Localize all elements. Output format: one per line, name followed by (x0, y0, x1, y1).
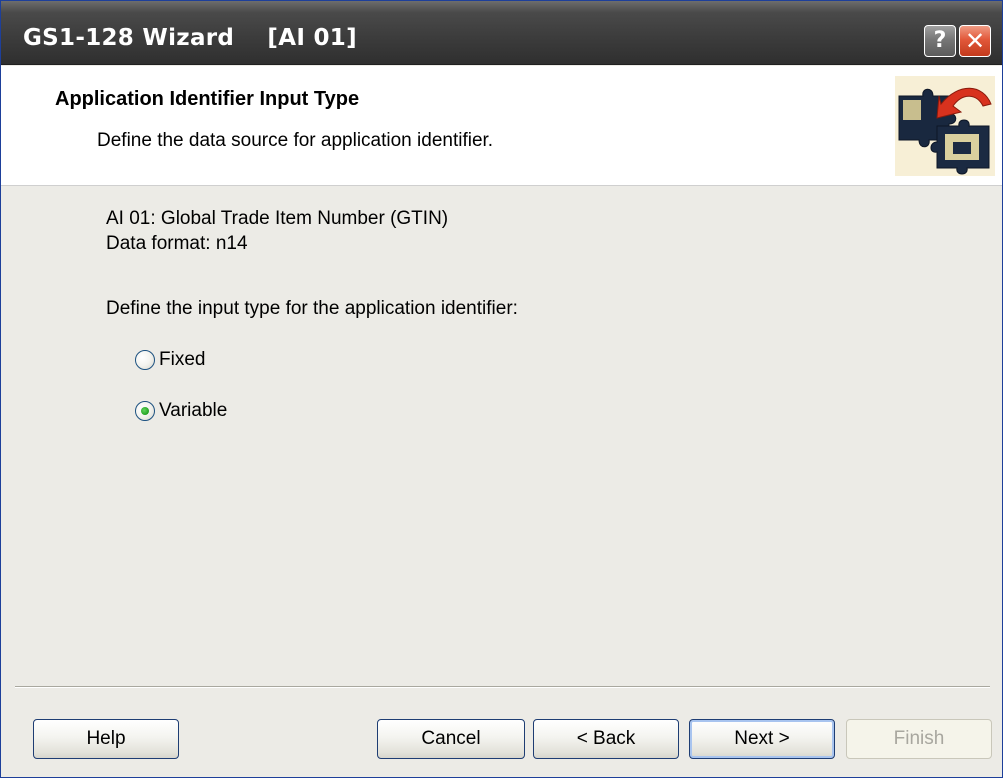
page-subtitle: Define the data source for application i… (97, 130, 494, 151)
radio-selected-dot-icon (141, 407, 149, 415)
window-title: GS1-128 Wizard [AI 01] (23, 25, 357, 51)
help-button[interactable]: Help (33, 719, 179, 759)
close-icon: ✕ (964, 27, 986, 55)
wizard-header: Application Identifier Input Type Define… (1, 66, 1002, 186)
page-title: Application Identifier Input Type (55, 88, 360, 110)
ai-name-text: AI 01: Global Trade Item Number (GTIN) (106, 208, 449, 229)
data-format-text: Data format: n14 (106, 233, 248, 254)
radio-fixed[interactable]: Fixed (135, 347, 205, 373)
gs1-wizard-window: GS1-128 Wizard [AI 01] ? ✕ Application I… (0, 0, 1003, 778)
back-button[interactable]: < Back (533, 719, 679, 759)
finish-button: Finish (846, 719, 992, 759)
wizard-content: AI 01: Global Trade Item Number (GTIN) D… (1, 187, 1002, 685)
cancel-button[interactable]: Cancel (377, 719, 525, 759)
next-button[interactable]: Next > (689, 719, 835, 759)
input-type-prompt: Define the input type for the applicatio… (106, 298, 518, 319)
puzzle-piece-icon (895, 76, 995, 176)
radio-button-checked[interactable] (135, 401, 155, 421)
radio-button-unchecked[interactable] (135, 350, 155, 370)
radio-variable-label[interactable]: Variable (159, 400, 227, 422)
close-button[interactable]: ✕ (959, 25, 991, 57)
radio-variable[interactable]: Variable (135, 398, 227, 424)
title-bar[interactable]: GS1-128 Wizard [AI 01] ? ✕ (1, 1, 1002, 65)
footer-divider (15, 686, 990, 688)
radio-fixed-label[interactable]: Fixed (159, 349, 205, 371)
help-title-button[interactable]: ? (924, 25, 956, 57)
question-mark-icon: ? (933, 28, 947, 53)
